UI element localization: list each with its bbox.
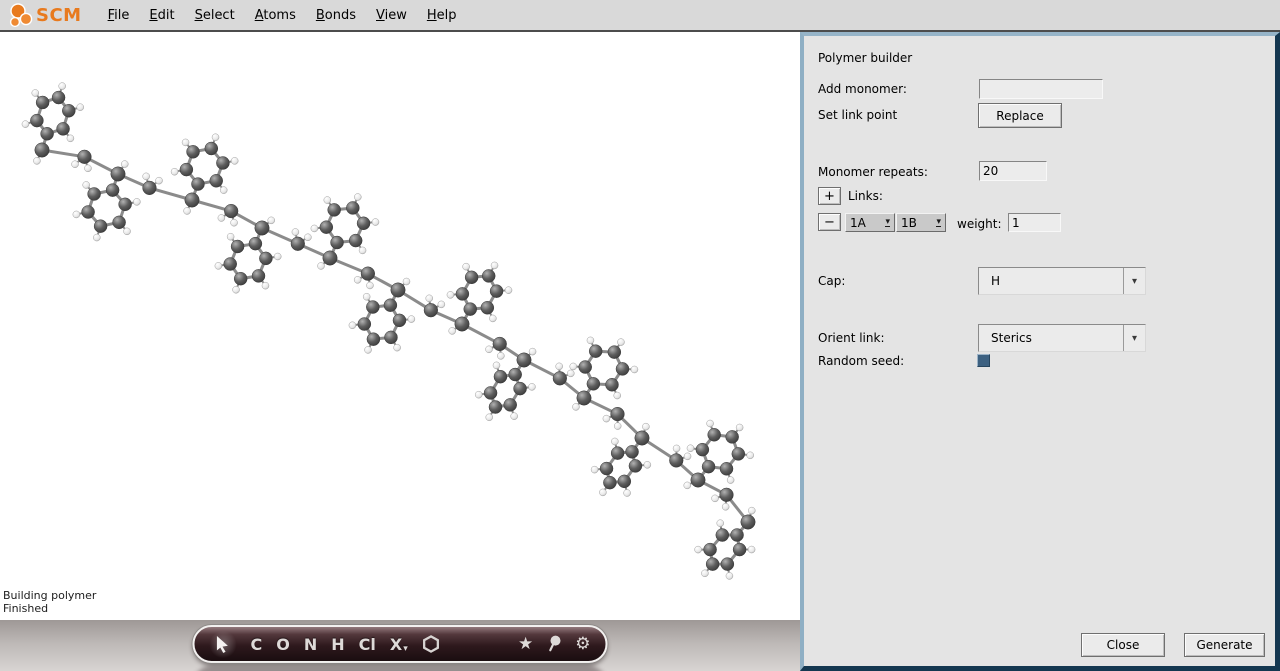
orient-link-select[interactable]: Sterics ▾ (978, 324, 1146, 352)
element-o-button[interactable]: O (276, 635, 290, 654)
element-x-label: X (390, 635, 402, 654)
balloon-icon (547, 635, 561, 653)
gear-button[interactable]: ⚙ (575, 634, 590, 654)
link-from-select[interactable]: 1A ▾ (845, 213, 895, 232)
status-line-2: Finished (3, 602, 96, 615)
add-monomer-input[interactable] (979, 79, 1103, 99)
scm-logo-icon (8, 1, 34, 29)
remove-link-button[interactable]: − (818, 213, 841, 231)
menu-file[interactable]: File (98, 3, 140, 28)
link-to-value: 1B (901, 216, 917, 230)
add-monomer-label: Add monomer: (818, 82, 907, 96)
viewport-area: Building polymer Finished C O N H Cl X ▾ (0, 32, 800, 671)
element-cl-button[interactable]: Cl (359, 635, 376, 654)
replace-button[interactable]: Replace (978, 103, 1062, 128)
menu-items: FileEditSelectAtomsBondsViewHelp (98, 3, 467, 28)
element-h-button[interactable]: H (331, 635, 344, 654)
balloon-button[interactable] (547, 635, 561, 653)
menu-atoms[interactable]: Atoms (245, 3, 306, 28)
generate-button[interactable]: Generate (1184, 633, 1265, 657)
element-toolbar: C O N H Cl X ▾ ★ ⚙ (193, 625, 608, 663)
cursor-icon (216, 636, 231, 653)
status-line-1: Building polymer (3, 589, 96, 602)
menu-edit[interactable]: Edit (139, 3, 184, 28)
panel-title: Polymer builder (818, 51, 912, 65)
chevron-down-icon: ▾ (936, 218, 941, 227)
set-link-point-label: Set link point (818, 108, 897, 122)
scm-logo: SCM (8, 1, 82, 29)
ring-tool-button[interactable] (422, 634, 441, 654)
menu-help[interactable]: Help (417, 3, 467, 28)
cap-value: H (979, 274, 1123, 288)
star-button[interactable]: ★ (518, 634, 533, 654)
chevron-down-icon: ▾ (403, 644, 408, 654)
chevron-down-icon: ▾ (885, 218, 890, 227)
orient-link-value: Sterics (979, 331, 1123, 345)
monomer-repeats-label: Monomer repeats: (818, 165, 928, 179)
element-n-button[interactable]: N (304, 635, 317, 654)
status-message: Building polymer Finished (3, 589, 96, 615)
link-from-value: 1A (850, 216, 866, 230)
links-label: Links: (848, 189, 883, 203)
molecule-viewport[interactable]: Building polymer Finished (0, 32, 800, 620)
close-button[interactable]: Close (1081, 633, 1165, 657)
molecule-svg (0, 32, 800, 620)
polymer-builder-panel: Polymer builder Add monomer: Set link po… (800, 32, 1280, 671)
link-to-select[interactable]: 1B ▾ (896, 213, 946, 232)
logo-text: SCM (36, 5, 82, 26)
chevron-down-icon[interactable]: ▾ (1123, 268, 1145, 294)
add-link-button[interactable]: + (818, 187, 841, 205)
menu-bar: SCM FileEditSelectAtomsBondsViewHelp (0, 0, 1280, 32)
weight-input[interactable] (1008, 213, 1061, 232)
orient-link-label: Orient link: (818, 331, 885, 345)
viewport-bottom-strip: C O N H Cl X ▾ ★ ⚙ (0, 620, 800, 671)
element-x-button[interactable]: X ▾ (390, 635, 408, 654)
element-c-button[interactable]: C (251, 635, 263, 654)
menu-select[interactable]: Select (185, 3, 245, 28)
monomer-repeats-input[interactable] (979, 161, 1047, 181)
random-seed-checkbox[interactable] (977, 354, 990, 367)
random-seed-label: Random seed: (818, 354, 904, 368)
select-cursor-button[interactable] (210, 631, 237, 658)
menu-bonds[interactable]: Bonds (306, 3, 366, 28)
menu-view[interactable]: View (366, 3, 417, 28)
chevron-down-icon[interactable]: ▾ (1123, 325, 1145, 351)
toolbar-reflection (193, 666, 608, 671)
hexagon-icon (422, 634, 441, 654)
weight-label: weight: (957, 217, 1002, 231)
cap-select[interactable]: H ▾ (978, 267, 1146, 295)
cap-label: Cap: (818, 274, 845, 288)
